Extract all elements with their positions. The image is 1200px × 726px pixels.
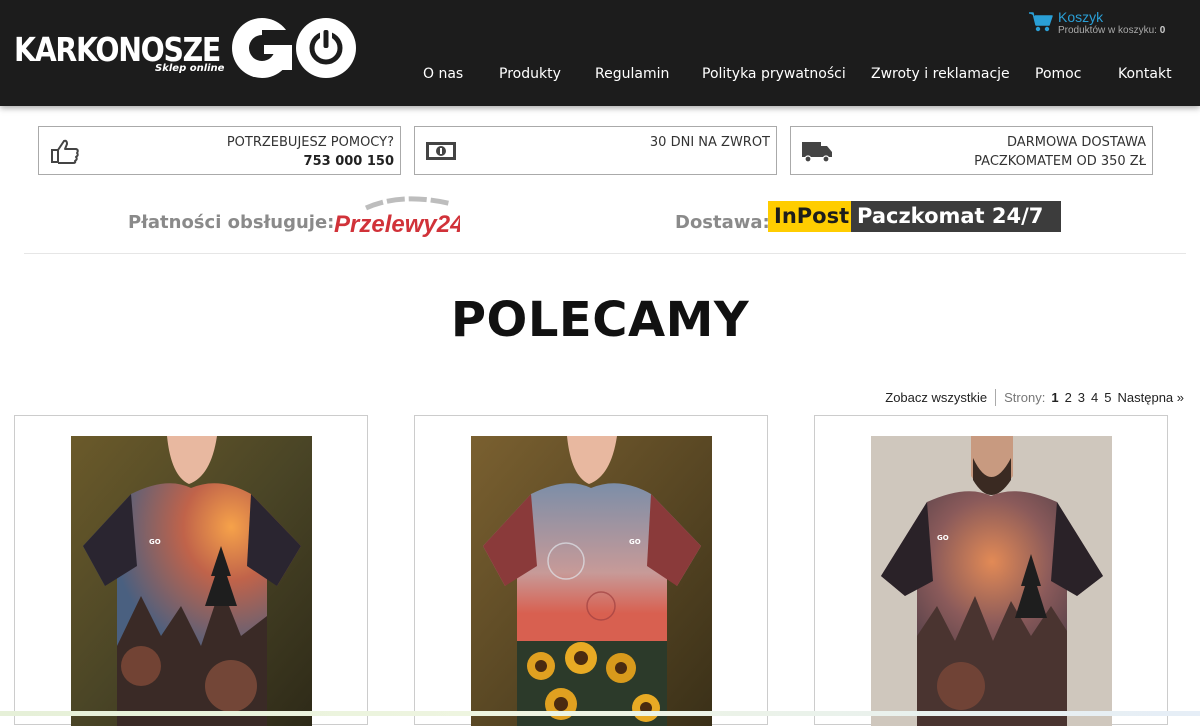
info-box-returns: 30 DNI NA ZWROT	[414, 126, 777, 175]
pager-separator	[995, 388, 997, 406]
see-all-link[interactable]: Zobacz wszystkie	[885, 390, 987, 405]
nav-item-regulamin[interactable]: Regulamin	[595, 66, 669, 82]
nav-item-zwroty-i-reklamacje[interactable]: Zwroty i reklamacje	[871, 66, 1010, 82]
section-title: POLECAMY	[450, 292, 750, 348]
logo-go-mark	[232, 18, 356, 78]
product-card[interactable]: GO	[14, 415, 368, 726]
truck-icon	[802, 142, 832, 163]
nav-item-kontakt[interactable]: Kontakt	[1118, 66, 1172, 82]
product-image-woman-sunset[interactable]: GO	[71, 436, 312, 726]
page-link-5[interactable]: 5	[1104, 390, 1111, 405]
next-page-link[interactable]: Następna »	[1118, 390, 1185, 405]
page-link-1: 1	[1051, 389, 1059, 405]
nav-item-polityka-prywatnosci[interactable]: Polityka prywatności	[702, 66, 846, 82]
delivery-label: Dostawa:	[675, 212, 770, 233]
section-divider	[24, 253, 1186, 254]
page-link-3[interactable]: 3	[1078, 390, 1085, 405]
inpost-brand: InPost	[768, 201, 851, 232]
info-box-help-text: POTRZEBUJESZ POMOCY? 753 000 150	[227, 133, 394, 171]
inpost-product: Paczkomat 24/7	[851, 201, 1061, 232]
svg-text:GO: GO	[149, 538, 161, 546]
payment-label: Płatności obsługuje:	[128, 212, 335, 233]
cart-count-label: Produktów w koszyku:	[1058, 25, 1157, 36]
pages-label: Strony:	[1004, 389, 1046, 405]
info-box-help: POTRZEBUJESZ POMOCY? 753 000 150	[38, 126, 401, 175]
svg-text:GO: GO	[629, 538, 641, 546]
cart-title[interactable]: Koszyk	[1058, 9, 1103, 25]
bottom-strip	[0, 711, 1200, 716]
nav-item-o-nas[interactable]: O nas	[423, 66, 463, 82]
nav-item-produkty[interactable]: Produkty	[499, 66, 561, 82]
p24-wordmark: Przelewy24	[334, 211, 460, 238]
cart-count: 0	[1159, 25, 1166, 36]
product-card[interactable]: GO	[414, 415, 768, 726]
delivery-subheading: PACZKOMATEM OD 350 ZŁ	[974, 154, 1146, 169]
delivery-heading: DARMOWA DOSTAWA	[1007, 135, 1146, 150]
site-header: KARKONOSZE Sklep online Koszyk Produktów…	[0, 0, 1200, 106]
info-box-delivery: DARMOWA DOSTAWA PACZKOMATEM OD 350 ZŁ	[790, 126, 1153, 175]
logo-tagline: Sklep online	[155, 63, 225, 74]
product-image-woman-sunflowers[interactable]: GO	[471, 436, 712, 726]
przelewy24-logo: Przelewy24	[334, 196, 460, 238]
info-box-delivery-text: DARMOWA DOSTAWA PACZKOMATEM OD 350 ZŁ	[974, 133, 1146, 171]
returns-heading: 30 DNI NA ZWROT	[649, 135, 770, 150]
money-icon	[426, 142, 456, 160]
thumbs-up-icon	[51, 139, 79, 164]
page-link-2[interactable]: 2	[1065, 390, 1072, 405]
product-image-man-sunset[interactable]: GO	[871, 436, 1112, 726]
cart-widget[interactable]: Koszyk Produktów w koszyku: 0	[1028, 9, 1198, 39]
page-link-4[interactable]: 4	[1091, 390, 1098, 405]
cart-count-info: Produktów w koszyku: 0	[1058, 25, 1165, 36]
nav-item-pomoc[interactable]: Pomoc	[1035, 66, 1081, 82]
inpost-logo: InPost Paczkomat 24/7	[768, 201, 1061, 232]
pagination: Zobacz wszystkie Strony: 1 2 3 4 5 Nastę…	[885, 387, 1184, 407]
help-heading: POTRZEBUJESZ POMOCY?	[226, 135, 394, 150]
info-box-returns-text: 30 DNI NA ZWROT	[650, 133, 770, 152]
site-logo[interactable]: KARKONOSZE Sklep online	[12, 16, 358, 80]
product-card[interactable]: GO	[814, 415, 1168, 726]
cart-icon	[1029, 12, 1053, 32]
svg-text:GO: GO	[937, 534, 949, 542]
help-phone[interactable]: 753 000 150	[304, 154, 394, 169]
